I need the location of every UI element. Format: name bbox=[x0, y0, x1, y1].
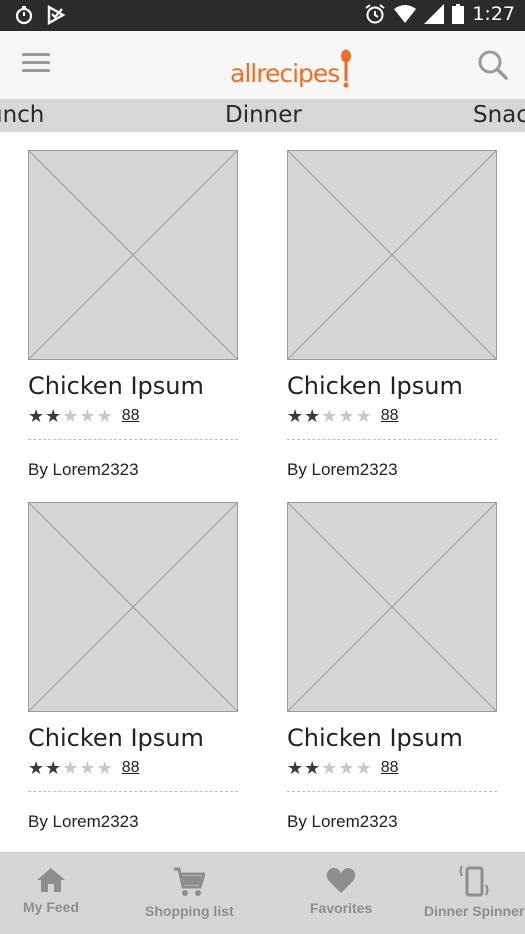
app-header: allrecipes bbox=[0, 31, 525, 99]
divider bbox=[28, 439, 238, 440]
recipe-card[interactable]: Chicken Ipsum ★ ★ ★ ★ ★ 88 By Lorem2323 bbox=[287, 150, 497, 480]
search-icon bbox=[478, 50, 508, 80]
tab-snacks[interactable]: Snac bbox=[473, 102, 525, 128]
star-icon: ★ bbox=[355, 758, 372, 778]
rating-stars: ★ ★ ★ ★ ★ bbox=[287, 759, 372, 777]
nav-shopping-list[interactable]: Shopping list bbox=[145, 867, 234, 919]
review-count-link[interactable]: 88 bbox=[381, 407, 399, 425]
star-icon: ★ bbox=[28, 406, 45, 426]
star-icon: ★ bbox=[338, 758, 355, 778]
recipe-image-placeholder[interactable] bbox=[28, 150, 238, 360]
menu-button[interactable] bbox=[22, 53, 50, 77]
bottom-nav: My Feed Shopping list Favorites Dinner S… bbox=[0, 852, 525, 934]
recipe-image-placeholder[interactable] bbox=[28, 502, 238, 712]
recipe-rating: ★ ★ ★ ★ ★ 88 bbox=[28, 405, 238, 427]
star-icon: ★ bbox=[79, 758, 96, 778]
nav-label: Dinner Spinner bbox=[424, 903, 525, 919]
recipe-title[interactable]: Chicken Ipsum bbox=[287, 372, 497, 400]
recipe-title[interactable]: Chicken Ipsum bbox=[28, 372, 238, 400]
search-button[interactable] bbox=[477, 49, 509, 81]
star-icon: ★ bbox=[62, 406, 79, 426]
recipe-image-placeholder[interactable] bbox=[287, 502, 497, 712]
status-bar: 1:27 bbox=[0, 0, 525, 31]
wifi-icon bbox=[394, 5, 417, 23]
tab-lunch[interactable]: unch bbox=[0, 102, 44, 128]
review-count-link[interactable]: 88 bbox=[381, 759, 399, 777]
recipe-author: By Lorem2323 bbox=[287, 812, 398, 831]
stopwatch-icon bbox=[15, 6, 33, 25]
star-icon: ★ bbox=[338, 406, 355, 426]
logo: allrecipes bbox=[230, 45, 353, 89]
alarm-icon bbox=[365, 4, 385, 24]
star-icon: ★ bbox=[28, 758, 45, 778]
recipe-author: By Lorem2323 bbox=[28, 460, 139, 479]
star-icon: ★ bbox=[287, 406, 304, 426]
phone-shake-icon bbox=[459, 865, 489, 897]
star-icon: ★ bbox=[45, 406, 62, 426]
review-count-link[interactable]: 88 bbox=[122, 759, 140, 777]
divider bbox=[287, 791, 497, 792]
recipe-rating: ★ ★ ★ ★ ★ 88 bbox=[287, 405, 497, 427]
star-icon: ★ bbox=[287, 758, 304, 778]
home-icon bbox=[37, 868, 65, 892]
logo-text: allrecipes bbox=[230, 59, 340, 88]
nav-my-feed[interactable]: My Feed bbox=[23, 867, 79, 915]
recipe-card[interactable]: Chicken Ipsum ★ ★ ★ ★ ★ 88 By Lorem2323 bbox=[28, 150, 238, 480]
recipe-rating: ★ ★ ★ ★ ★ 88 bbox=[28, 757, 238, 779]
recipe-rating: ★ ★ ★ ★ ★ 88 bbox=[287, 757, 497, 779]
recipe-title[interactable]: Chicken Ipsum bbox=[287, 724, 497, 752]
recipe-author: By Lorem2323 bbox=[28, 812, 139, 831]
star-icon: ★ bbox=[304, 758, 321, 778]
star-icon: ★ bbox=[45, 758, 62, 778]
nav-favorites[interactable]: Favorites bbox=[310, 867, 372, 916]
review-count-link[interactable]: 88 bbox=[122, 407, 140, 425]
category-tabs: unch Dinner Snac bbox=[0, 99, 525, 132]
divider bbox=[287, 439, 497, 440]
star-icon: ★ bbox=[321, 758, 338, 778]
recipe-image-placeholder[interactable] bbox=[287, 150, 497, 360]
battery-icon bbox=[452, 4, 465, 24]
star-icon: ★ bbox=[321, 406, 338, 426]
recipe-grid: Chicken Ipsum ★ ★ ★ ★ ★ 88 By Lorem2323 Chic… bbox=[0, 132, 525, 852]
star-icon: ★ bbox=[96, 758, 113, 778]
recipe-title[interactable]: Chicken Ipsum bbox=[28, 724, 238, 752]
divider bbox=[28, 791, 238, 792]
hamburger-icon bbox=[22, 53, 50, 56]
tab-dinner[interactable]: Dinner bbox=[225, 102, 302, 128]
star-icon: ★ bbox=[355, 406, 372, 426]
rating-stars: ★ ★ ★ ★ ★ bbox=[28, 407, 113, 425]
cart-icon bbox=[174, 867, 206, 896]
nav-label: Favorites bbox=[310, 900, 373, 916]
star-icon: ★ bbox=[96, 406, 113, 426]
recipe-author: By Lorem2323 bbox=[287, 460, 398, 479]
recipe-card[interactable]: Chicken Ipsum ★ ★ ★ ★ ★ 88 By Lorem2323 bbox=[28, 502, 238, 832]
nav-label: Shopping list bbox=[145, 903, 234, 919]
signal-icon bbox=[424, 4, 445, 24]
rating-stars: ★ ★ ★ ★ ★ bbox=[28, 759, 113, 777]
star-icon: ★ bbox=[304, 406, 321, 426]
rating-stars: ★ ★ ★ ★ ★ bbox=[287, 407, 372, 425]
spoon-icon bbox=[341, 49, 352, 88]
status-time: 1:27 bbox=[472, 3, 515, 25]
recipe-card[interactable]: Chicken Ipsum ★ ★ ★ ★ ★ 88 By Lorem2323 bbox=[287, 502, 497, 832]
star-icon: ★ bbox=[79, 406, 96, 426]
nav-dinner-spinner[interactable]: Dinner Spinner bbox=[424, 863, 524, 919]
notification-icon bbox=[47, 5, 66, 25]
heart-icon bbox=[326, 868, 356, 893]
nav-label: My Feed bbox=[23, 899, 80, 915]
star-icon: ★ bbox=[62, 758, 79, 778]
